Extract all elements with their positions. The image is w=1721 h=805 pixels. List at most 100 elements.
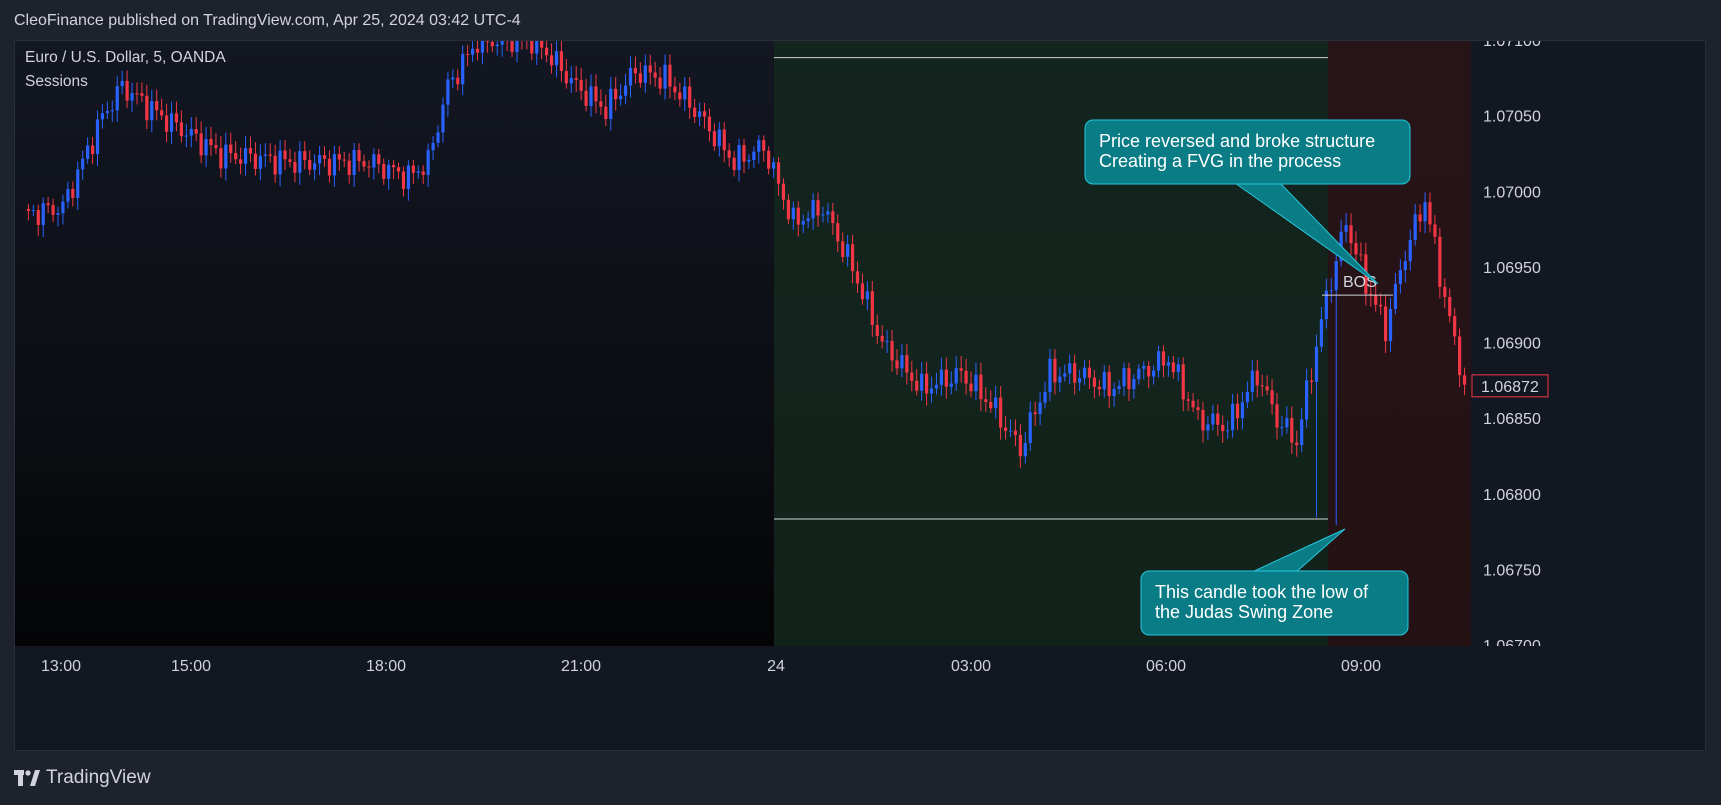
candle (377, 148, 381, 174)
tradingview-logo[interactable]: TradingView (14, 767, 151, 789)
callout-low-text: the Judas Swing Zone (1155, 602, 1333, 622)
candle-body (214, 145, 218, 149)
candle-body (870, 291, 874, 325)
candle (76, 161, 80, 210)
candle-body (697, 111, 702, 117)
candle-body (1013, 430, 1018, 435)
candle (678, 82, 682, 107)
candle (347, 153, 351, 184)
candle (150, 89, 154, 133)
candle-body (490, 41, 494, 47)
candle-body (1305, 380, 1309, 420)
candle-body (446, 79, 450, 105)
candle (663, 54, 667, 100)
candle-body (1191, 400, 1195, 408)
candle-body (1413, 214, 1417, 240)
candle (169, 101, 174, 144)
candle (401, 166, 406, 197)
candle (406, 160, 411, 201)
candle-body (322, 155, 327, 159)
candle (61, 194, 65, 225)
candle (110, 100, 114, 122)
chart-svg[interactable]: BOS Price reversed and broke structureCre… (15, 41, 1706, 751)
candle-body (1137, 368, 1141, 380)
candle (416, 165, 420, 179)
candle-body (209, 139, 213, 146)
candle-body (994, 397, 998, 409)
indicator-label[interactable]: Sessions (25, 73, 88, 91)
candle-body (1132, 379, 1136, 389)
candle-body (737, 145, 741, 171)
candle-body (510, 41, 514, 52)
candle-body (1309, 380, 1314, 382)
candle (599, 89, 603, 115)
candle (623, 73, 628, 105)
candle (500, 41, 504, 57)
candle-body (1275, 404, 1279, 428)
candle (515, 41, 519, 63)
candle (303, 141, 307, 170)
candle (278, 139, 282, 187)
candle-body (298, 151, 302, 173)
candle (702, 102, 707, 129)
candle (253, 142, 258, 176)
candle-body (26, 208, 31, 211)
candle-body (707, 116, 712, 132)
candle-body (658, 77, 662, 89)
candle-body (554, 51, 559, 66)
candle-body (174, 113, 179, 123)
candle-body (1226, 430, 1230, 432)
candle (668, 54, 672, 99)
candle-body (569, 78, 573, 84)
candle-body (357, 150, 361, 162)
candle-body (169, 113, 174, 132)
candle (145, 84, 149, 130)
tradingview-brand: TradingView (46, 767, 151, 788)
candle-body (929, 388, 934, 394)
candle-body (179, 122, 183, 137)
candle-body (41, 203, 45, 226)
candle (688, 77, 692, 119)
candle-body (989, 401, 993, 409)
candle-body (806, 218, 810, 222)
candle-body (451, 77, 455, 80)
candle (219, 136, 223, 178)
candle-body (1152, 370, 1156, 377)
candle-body (1147, 365, 1151, 377)
candle-body (786, 199, 791, 220)
candle-body (1028, 412, 1032, 443)
candle-body (475, 48, 480, 53)
candle-body (791, 207, 795, 220)
candle-body (1383, 306, 1388, 342)
candle (174, 101, 179, 132)
candle (521, 41, 523, 50)
time-tick-label: 15:00 (171, 658, 211, 675)
candle (209, 126, 213, 157)
candle-body (944, 369, 948, 387)
candle-body (885, 340, 889, 342)
candle-body (544, 47, 549, 56)
candle (530, 41, 534, 61)
candle (752, 146, 756, 168)
candle (653, 61, 657, 87)
candle-body (71, 188, 75, 198)
price-tick-label: 1.06950 (1483, 260, 1541, 277)
candle (549, 43, 554, 74)
candle-body (796, 207, 800, 225)
candle (446, 71, 450, 117)
candle (747, 154, 751, 169)
candle (273, 144, 277, 183)
symbol-label[interactable]: Euro / U.S. Dollar, 5, OANDA (25, 49, 226, 67)
candle-body (589, 86, 593, 106)
candle (342, 151, 346, 168)
last-price-label: 1.06872 (1481, 379, 1539, 396)
price-tick-label: 1.07100 (1483, 41, 1541, 50)
candle (648, 54, 652, 85)
candle-body (160, 110, 164, 116)
candle-body (1201, 410, 1205, 431)
candle-body (1073, 363, 1077, 383)
chart-pane[interactable]: BOS Price reversed and broke structure Cre… (14, 40, 1706, 751)
price-axis: 1.07100 1.07050 1.07000 1.06950 1.06900 1.068… (1471, 41, 1705, 750)
candle-body (628, 67, 633, 86)
candle-body (125, 80, 129, 101)
